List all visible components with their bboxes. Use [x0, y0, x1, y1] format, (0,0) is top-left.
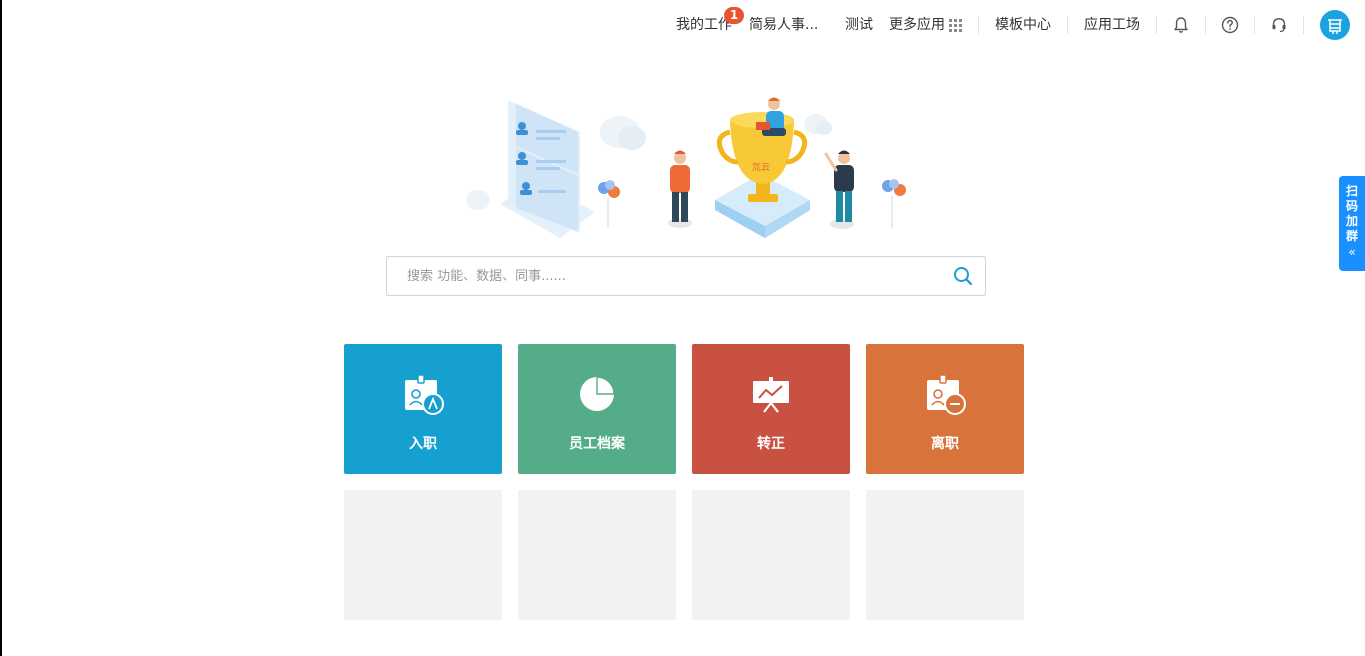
- user-avatar[interactable]: [1320, 10, 1350, 40]
- nav-divider: [1254, 16, 1255, 34]
- tile-placeholder: [518, 490, 676, 620]
- global-search: [386, 256, 986, 296]
- notification-badge: 1: [724, 7, 744, 24]
- hero-illustration: 氚云: [466, 97, 906, 238]
- tile-placeholder: [344, 490, 502, 620]
- cloud-icon: [804, 114, 832, 135]
- chevron-left-icon: «: [1348, 245, 1356, 259]
- headset-icon[interactable]: [1269, 15, 1289, 35]
- presentation-board-icon: [753, 377, 789, 413]
- tile-placeholder: [866, 490, 1024, 620]
- top-nav: 我的工作 1 简易人事... 测试 更多应用 模板中心 应用工场: [0, 0, 1365, 50]
- tile-placeholder: [692, 490, 850, 620]
- nav-test[interactable]: 测试: [845, 16, 873, 34]
- person-waving-icon: [824, 150, 854, 229]
- nav-template-center[interactable]: 模板中心: [995, 16, 1051, 34]
- nav-divider: [1156, 16, 1157, 34]
- tile-confirmation[interactable]: 转正: [692, 344, 850, 474]
- person-orange-shirt-icon: [668, 150, 692, 228]
- side-tab-label: 扫码加群: [1345, 184, 1358, 243]
- nav-my-work[interactable]: 我的工作: [676, 16, 732, 34]
- bell-icon[interactable]: [1171, 15, 1191, 35]
- tile-label: 入职: [409, 436, 437, 452]
- nav-divider: [1067, 16, 1068, 34]
- avatar-logo-icon: [1328, 19, 1342, 34]
- app-grid-icon[interactable]: [949, 19, 963, 33]
- nav-simple-hr[interactable]: 简易人事...: [749, 16, 818, 34]
- search-icon[interactable]: [953, 266, 973, 286]
- scan-qr-join-group-tab[interactable]: 扫码加群 «: [1339, 176, 1365, 271]
- trophy-label: 氚云: [752, 161, 770, 173]
- nav-divider: [978, 16, 979, 34]
- cloud-icon: [600, 116, 646, 150]
- pie-chart-icon: [580, 376, 615, 411]
- help-icon[interactable]: [1220, 15, 1240, 35]
- balloons-icon: [882, 179, 906, 228]
- tile-resignation[interactable]: 离职: [866, 344, 1024, 474]
- window-edge: [0, 0, 2, 656]
- tile-employee-records[interactable]: 员工档案: [518, 344, 676, 474]
- nav-divider: [1205, 16, 1206, 34]
- tile-label: 员工档案: [569, 436, 625, 452]
- tile-label: 离职: [931, 436, 959, 452]
- onboard-badge-icon: [405, 374, 444, 415]
- offboard-badge-icon: [927, 374, 966, 415]
- profile-cards-icon: [500, 100, 595, 238]
- nav-more-apps[interactable]: 更多应用: [889, 16, 945, 34]
- cloud-icon: [466, 190, 490, 210]
- tile-onboarding[interactable]: 入职: [344, 344, 502, 474]
- tile-label: 转正: [757, 436, 785, 452]
- nav-divider: [1303, 16, 1304, 34]
- nav-app-workshop[interactable]: 应用工场: [1084, 16, 1140, 34]
- search-input[interactable]: [387, 257, 947, 295]
- balloons-icon: [598, 180, 620, 227]
